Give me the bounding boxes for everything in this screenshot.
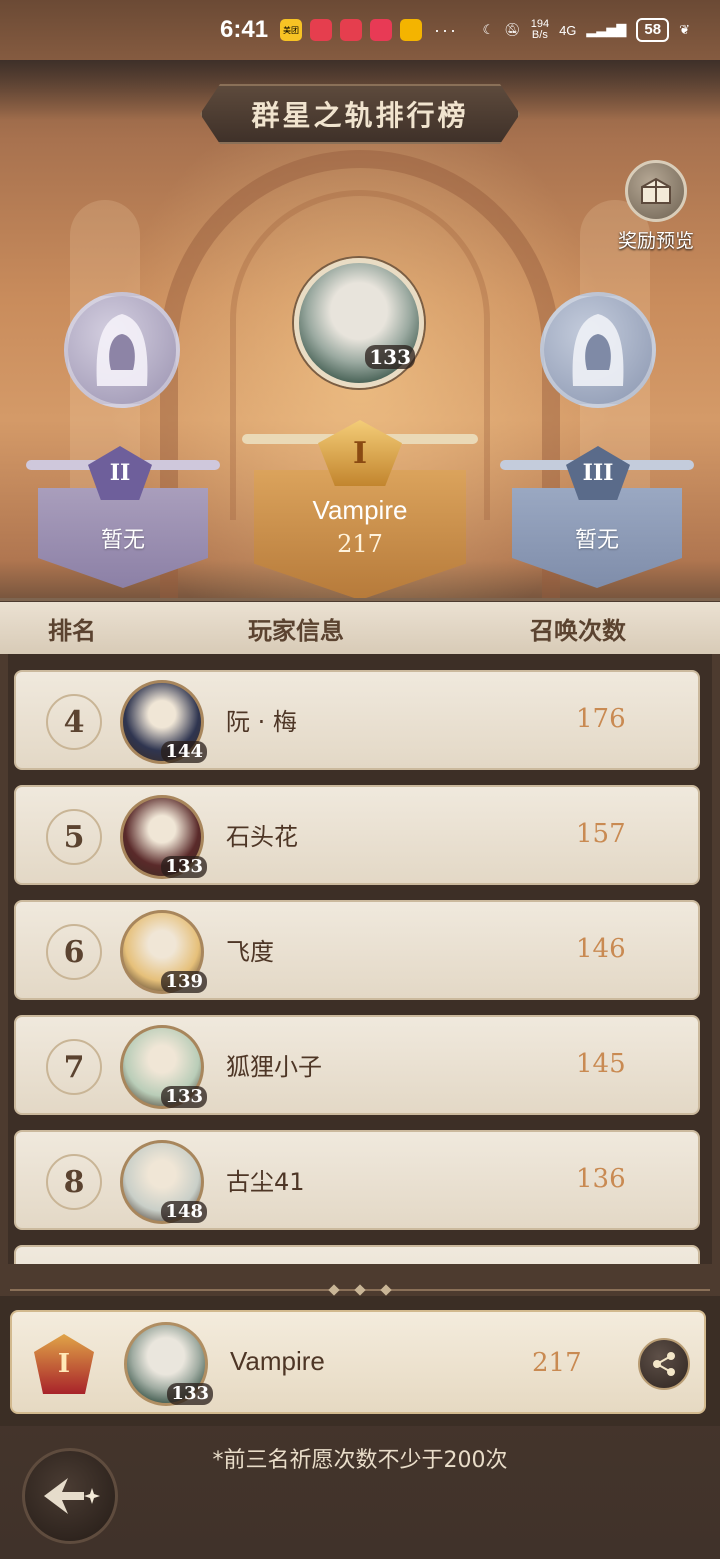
- first-place-name: Vampire: [312, 494, 408, 525]
- network-speed: 194 B/s: [530, 18, 550, 41]
- second-place-name: 暂无: [100, 528, 145, 553]
- mute-bell-icon: 🔕︎: [504, 22, 521, 37]
- share-button[interactable]: [638, 1338, 690, 1390]
- second-place-placeholder-avatar: [64, 292, 180, 408]
- reward-preview-label: 奖励预览: [617, 230, 694, 252]
- summon-count: 157: [576, 819, 626, 849]
- player-avatar[interactable]: 139: [120, 910, 207, 994]
- weibo-app-icon: [400, 19, 423, 41]
- ranking-list[interactable]: 4 144 阮 · 梅 176 5 133 石头花 157 6 139 飞度 1…: [8, 654, 712, 1264]
- player-level: 144: [161, 741, 207, 763]
- header-rank: 排名: [48, 616, 96, 645]
- more-notifications-icon: ···: [434, 19, 459, 40]
- rank-number: 4: [46, 694, 102, 750]
- player-name: 石头花: [226, 823, 298, 851]
- reward-preview-button[interactable]: 奖励预览: [610, 160, 702, 253]
- reward-chest-icon: [625, 160, 687, 222]
- first-place-level: 133: [365, 345, 415, 369]
- first-place-avatar[interactable]: 133: [294, 258, 424, 388]
- table-row[interactable]: 4 144 阮 · 梅 176: [14, 670, 700, 770]
- first-place-score: 217: [337, 529, 383, 558]
- player-name: 狐狸小子: [226, 1053, 322, 1081]
- player-level: 139: [161, 971, 207, 993]
- player-name: 飞度: [226, 938, 274, 966]
- third-place-name: 暂无: [574, 528, 619, 553]
- title-plate: 群星之轨排行榜: [200, 84, 520, 144]
- meituan-app-icon: 美团: [280, 19, 303, 41]
- back-button[interactable]: [22, 1448, 118, 1544]
- player-name: 阮 · 梅: [226, 708, 297, 736]
- share-icon: [653, 1352, 675, 1376]
- self-rank-medal-icon: I: [34, 1334, 94, 1394]
- player-avatar[interactable]: 148: [120, 1140, 207, 1224]
- page-title: 群星之轨排行榜: [251, 99, 469, 132]
- self-avatar[interactable]: 133: [124, 1322, 213, 1406]
- self-rank-row[interactable]: I 133 Vampire 217: [10, 1310, 706, 1414]
- table-row[interactable]: 6 139 飞度 146: [14, 900, 700, 1000]
- hooded-figure-icon: [572, 314, 624, 386]
- ranking-header: 排名 玩家信息 召唤次数: [0, 602, 720, 654]
- player-avatar[interactable]: 144: [120, 680, 207, 764]
- self-score: 217: [532, 1348, 582, 1378]
- summon-count: 136: [576, 1164, 626, 1194]
- red-app-icon: [370, 19, 393, 41]
- huawei-app-icon-1: [310, 19, 333, 41]
- player-avatar[interactable]: 133: [120, 1025, 207, 1109]
- leaf-icon: ❦: [679, 22, 690, 37]
- table-row[interactable]: 5 133 石头花 157: [14, 785, 700, 885]
- self-level: 133: [167, 1383, 213, 1405]
- network-type: 4G: [559, 22, 577, 38]
- player-level: 133: [161, 856, 207, 878]
- hooded-figure-icon: [96, 314, 148, 386]
- player-level: 148: [161, 1201, 207, 1223]
- summon-count: 145: [576, 1049, 626, 1079]
- player-name: 古尘41: [226, 1168, 305, 1196]
- rank-number: 7: [46, 1039, 102, 1095]
- status-bar: 6:41 美团 ··· ☾ 🔕︎ 194 B/s 4G ▂▃▅▇ 58 ❦: [0, 0, 720, 60]
- table-row-partial[interactable]: [14, 1245, 700, 1264]
- table-row[interactable]: 7 133 狐狸小子 145: [14, 1015, 700, 1115]
- battery-indicator: 58: [636, 18, 670, 42]
- back-arrow-icon: [44, 1478, 100, 1514]
- rank-number: 5: [46, 809, 102, 865]
- summon-count: 146: [576, 934, 626, 964]
- rank-number: 8: [46, 1154, 102, 1210]
- header-count: 召唤次数: [530, 616, 626, 645]
- table-row[interactable]: 8 148 古尘41 136: [14, 1130, 700, 1230]
- player-avatar[interactable]: 133: [120, 795, 207, 879]
- status-time: 6:41: [220, 16, 269, 43]
- rank-number: 6: [46, 924, 102, 980]
- moon-icon: ☾: [482, 22, 495, 37]
- header-player: 玩家信息: [248, 616, 344, 645]
- huawei-app-icon-2: [340, 19, 363, 41]
- summon-count: 176: [576, 704, 626, 734]
- signal-icon: ▂▃▅▇: [586, 22, 627, 37]
- third-place-placeholder-avatar: [540, 292, 656, 408]
- self-name: Vampire: [230, 1346, 325, 1376]
- player-level: 133: [161, 1086, 207, 1108]
